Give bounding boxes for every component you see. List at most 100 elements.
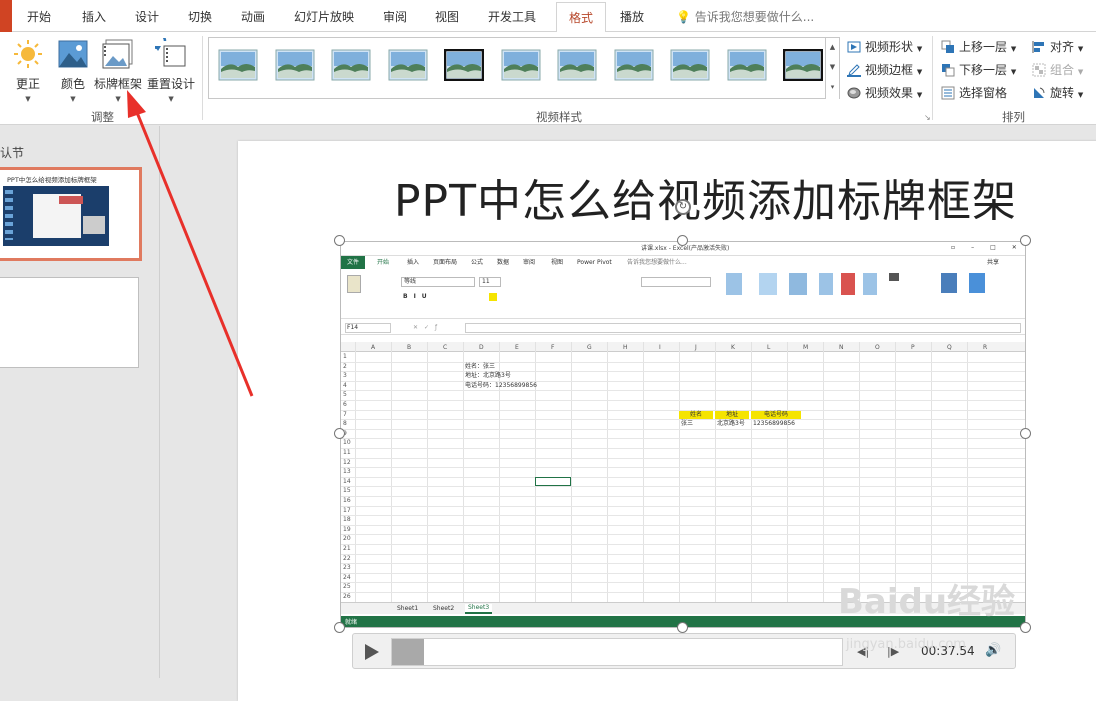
- excel-row-header: 8: [343, 420, 347, 428]
- excel-cell: 姓名：张三: [465, 362, 496, 370]
- resize-handle-top[interactable]: [677, 235, 688, 246]
- video-effects-button[interactable]: 视频效果 ▼: [847, 83, 922, 103]
- video-style-thumbnail[interactable]: [614, 49, 654, 81]
- excel-column-header: K: [731, 344, 735, 351]
- excel-row-header: 7: [343, 410, 347, 418]
- tab-home[interactable]: 开始: [27, 0, 51, 32]
- excel-tellme: 告诉我您想要做什么...: [627, 259, 687, 266]
- tab-animations[interactable]: 动画: [241, 0, 265, 32]
- video-style-thumbnail[interactable]: [557, 49, 597, 81]
- tab-format[interactable]: 格式: [556, 2, 606, 33]
- selection-pane-button[interactable]: 选择窗格: [941, 83, 1007, 103]
- excel-row-header: 11: [343, 449, 351, 456]
- slide-title[interactable]: PPT中怎么给视频添加标牌框架: [394, 165, 1017, 229]
- pen-icon: [847, 64, 861, 77]
- tell-me-text: 告诉我您想要做什么...: [694, 10, 815, 24]
- excel-share: 共享: [987, 259, 1000, 266]
- excel-sheet-2: Sheet2: [433, 605, 455, 612]
- color-button[interactable]: 颜色 ▼: [57, 38, 89, 103]
- tab-playback[interactable]: 播放: [620, 0, 644, 32]
- resize-handle-left[interactable]: [334, 428, 345, 439]
- bring-forward-button[interactable]: 上移一层 ▼: [941, 37, 1016, 57]
- align-button[interactable]: 对齐 ▼: [1032, 37, 1083, 57]
- group-separator: [202, 36, 203, 120]
- adjust-group-label: 调整: [91, 110, 114, 124]
- video-object[interactable]: 讲课.xlsx - Excel(产品激活失败) ▫–□✕ 文件 开始 插入 页面…: [340, 241, 1026, 628]
- volume-icon[interactable]: 🔊: [985, 643, 1001, 658]
- excel-selected-cell: [535, 476, 571, 487]
- dialog-launcher-icon[interactable]: ↘: [924, 113, 931, 122]
- excel-row-header: 4: [343, 381, 347, 389]
- rotate-button[interactable]: 旋转 ▼: [1032, 83, 1083, 103]
- excel-status-text: 就绪: [345, 619, 358, 626]
- seek-bar[interactable]: [391, 638, 843, 666]
- tell-me-search[interactable]: 💡 告诉我您想要做什么...: [676, 0, 814, 32]
- excel-column-header: M: [803, 344, 809, 351]
- excel-column-header: E: [515, 344, 519, 351]
- reset-design-icon: [155, 38, 186, 67]
- tab-developer[interactable]: 开发工具: [488, 0, 536, 32]
- resize-handle-top-right[interactable]: [1020, 235, 1031, 246]
- excel-row-header: 17: [343, 506, 351, 514]
- excel-ribbon: 等线 11 BIU: [341, 269, 1025, 319]
- bring-forward-label: 上移一层: [959, 40, 1008, 54]
- slide-thumbnail-2[interactable]: [0, 277, 139, 368]
- video-style-thumbnail[interactable]: [782, 48, 824, 82]
- picture-color-icon: [58, 40, 88, 68]
- excel-column-header: H: [623, 344, 628, 351]
- poster-frame-button[interactable]: 标牌框架 ▼: [94, 38, 142, 103]
- resize-handle-top-left[interactable]: [334, 235, 345, 246]
- excel-tab-data: 数据: [497, 259, 510, 266]
- tab-insert[interactable]: 插入: [82, 0, 106, 32]
- excel-column-header: B: [407, 344, 412, 351]
- gallery-scroll-up[interactable]: ▲: [825, 38, 839, 58]
- gallery-scroll-down[interactable]: ▼: [825, 58, 839, 78]
- tab-transitions[interactable]: 切换: [188, 0, 212, 32]
- video-style-thumbnail[interactable]: [388, 49, 428, 81]
- selection-pane-icon: [941, 86, 955, 100]
- excel-tab-home: 开始: [377, 259, 390, 266]
- video-style-thumbnail[interactable]: [501, 49, 541, 81]
- excel-tab-powerpivot: Power Pivot: [577, 259, 612, 266]
- excel-cell: 北京路3号: [717, 420, 745, 428]
- video-border-button[interactable]: 视频边框 ▼: [847, 60, 922, 80]
- excel-row-header: 14: [343, 477, 351, 485]
- tab-design[interactable]: 设计: [135, 0, 159, 32]
- excel-row-header: 12: [343, 458, 351, 466]
- corrections-button[interactable]: 更正 ▼: [12, 38, 44, 103]
- resize-handle-bottom-right[interactable]: [1020, 622, 1031, 633]
- video-style-thumbnail[interactable]: [670, 49, 710, 81]
- video-style-thumbnail[interactable]: [218, 49, 258, 81]
- resize-handle-right[interactable]: [1020, 428, 1031, 439]
- video-shape-button[interactable]: 视频形状 ▼: [847, 37, 922, 57]
- slide-thumbnail-title: PPT中怎么给视频添加标牌框架: [7, 176, 97, 184]
- excel-tab-file: 文件: [347, 259, 360, 266]
- slide-thumbnail-image: [3, 186, 109, 246]
- excel-window-title: 讲课.xlsx - Excel(产品激活失败): [641, 245, 730, 252]
- rotate-handle[interactable]: ↻: [675, 199, 691, 215]
- excel-tab-view: 视图: [551, 259, 564, 266]
- slide-thumbnail-1[interactable]: PPT中怎么给视频添加标牌框架: [0, 167, 142, 261]
- send-backward-button[interactable]: 下移一层 ▼: [941, 60, 1016, 80]
- excel-row-header: 15: [343, 487, 351, 495]
- excel-row-header: 19: [343, 525, 351, 533]
- video-style-thumbnail[interactable]: [727, 49, 767, 81]
- corrections-label: 更正: [15, 77, 40, 91]
- video-style-thumbnail[interactable]: [331, 49, 371, 81]
- file-tab[interactable]: [0, 0, 12, 32]
- group-button[interactable]: 组合 ▼: [1032, 60, 1083, 80]
- effects-icon: [847, 87, 861, 99]
- excel-window-controls: ▫–□✕: [951, 244, 1026, 251]
- reset-design-button[interactable]: 重置设计 ▼: [147, 38, 195, 103]
- gallery-more[interactable]: ▾: [825, 78, 839, 99]
- resize-handle-bottom[interactable]: [677, 622, 688, 633]
- excel-row-header: 26: [343, 593, 351, 600]
- tab-review[interactable]: 审阅: [383, 0, 407, 32]
- play-icon[interactable]: [365, 644, 379, 663]
- video-style-thumbnail[interactable]: [275, 49, 315, 81]
- tab-view[interactable]: 视图: [435, 0, 459, 32]
- chevron-down-icon: ▼: [25, 95, 31, 103]
- tab-slideshow[interactable]: 幻灯片放映: [294, 0, 354, 32]
- resize-handle-bottom-left[interactable]: [334, 622, 345, 633]
- video-style-thumbnail[interactable]: [443, 48, 485, 82]
